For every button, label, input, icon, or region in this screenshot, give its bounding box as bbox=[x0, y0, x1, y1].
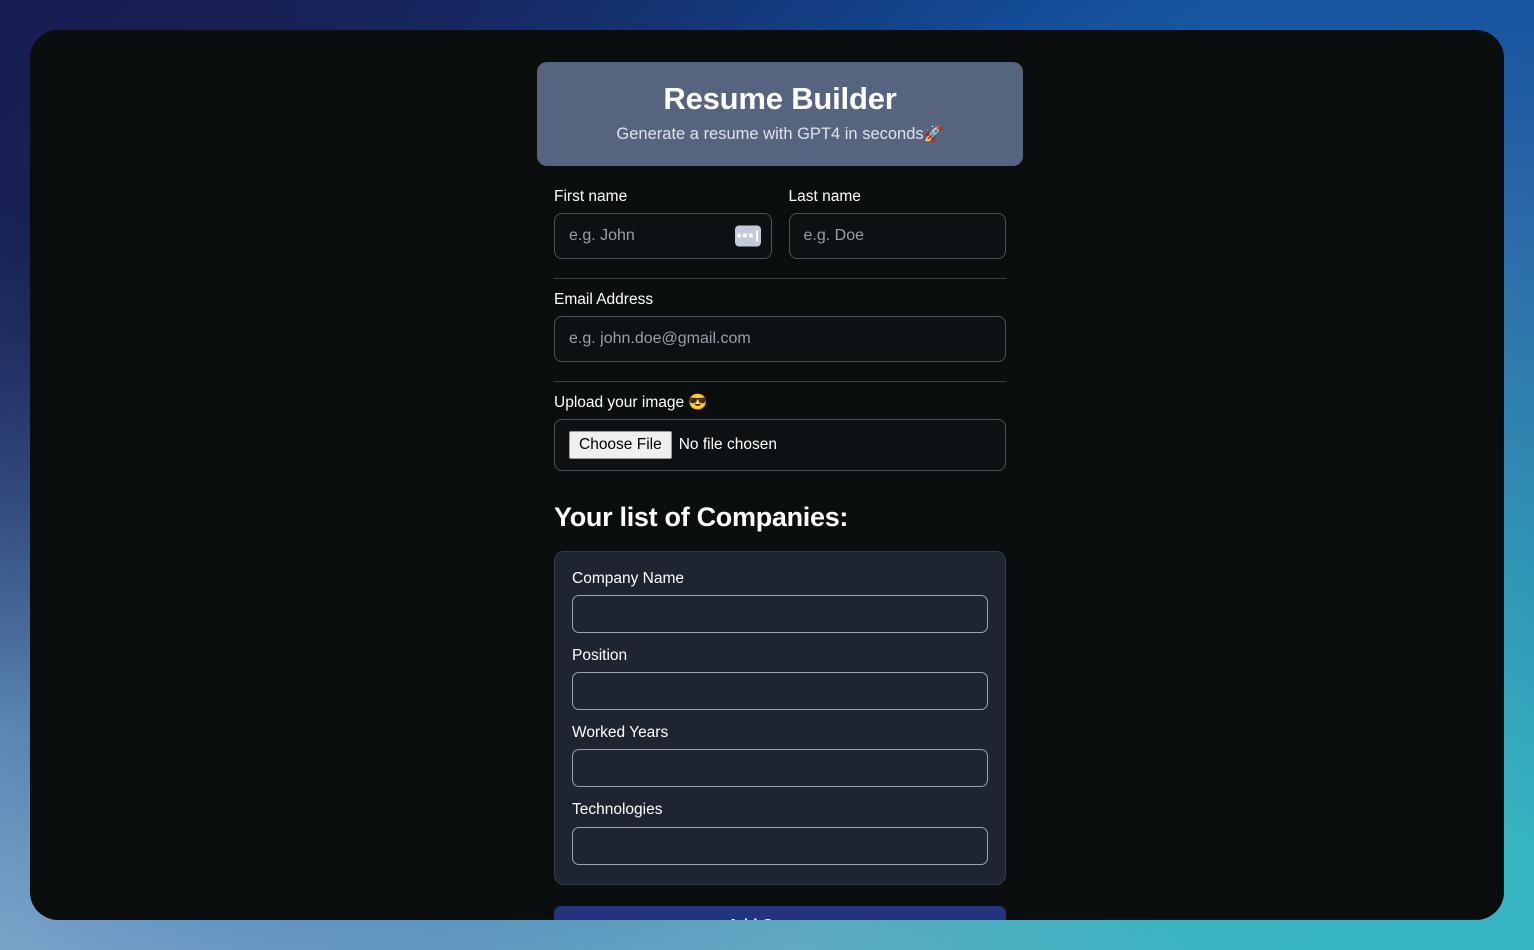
sunglasses-face-icon: 😎 bbox=[688, 393, 708, 411]
first-name-field-group: First name bbox=[554, 187, 772, 259]
form-body: First name Last name Email Address bbox=[537, 187, 1023, 920]
autofill-dots-icon[interactable] bbox=[734, 225, 761, 247]
position-label: Position bbox=[572, 647, 628, 665]
header-banner: Resume Builder Generate a resume with GP… bbox=[537, 62, 1023, 166]
last-name-field-group: Last name bbox=[788, 187, 1006, 259]
last-name-label: Last name bbox=[788, 187, 861, 205]
email-label: Email Address bbox=[554, 290, 654, 308]
page-subtitle-text: Generate a resume with GPT4 in seconds bbox=[616, 124, 924, 143]
file-input-row[interactable]: Choose File No file chosen bbox=[554, 418, 1006, 471]
position-field-group: Position bbox=[572, 646, 988, 711]
rocket-icon: 🚀 bbox=[923, 125, 944, 143]
page-title: Resume Builder bbox=[663, 81, 897, 116]
last-name-input[interactable] bbox=[788, 212, 1006, 259]
app-panel: Resume Builder Generate a resume with GP… bbox=[30, 30, 1504, 920]
first-name-label: First name bbox=[554, 187, 628, 205]
upload-section: Upload your image 😎 Choose File No file … bbox=[554, 380, 1006, 471]
resume-form: Resume Builder Generate a resume with GP… bbox=[537, 62, 1023, 920]
company-name-label: Company Name bbox=[572, 569, 684, 587]
company-name-field-group: Company Name bbox=[572, 569, 988, 634]
companies-heading: Your list of Companies: bbox=[554, 501, 849, 532]
position-input[interactable] bbox=[572, 672, 988, 711]
page-subtitle: Generate a resume with GPT4 in seconds🚀 bbox=[557, 124, 1003, 146]
upload-label-text: Upload your image bbox=[554, 393, 685, 411]
technologies-label: Technologies bbox=[572, 801, 663, 819]
file-status-text: No file chosen bbox=[678, 435, 777, 453]
company-name-input[interactable] bbox=[572, 595, 988, 634]
worked-years-input[interactable] bbox=[572, 749, 988, 788]
first-name-input-wrap bbox=[554, 212, 772, 259]
email-section: Email Address bbox=[554, 277, 1006, 362]
email-input[interactable] bbox=[554, 315, 1006, 362]
choose-file-button[interactable]: Choose File bbox=[569, 431, 672, 459]
company-card: Company Name Position Worked Years Techn… bbox=[554, 550, 1006, 885]
name-row: First name Last name bbox=[554, 187, 1006, 259]
worked-years-label: Worked Years bbox=[572, 724, 669, 742]
upload-label: Upload your image 😎 bbox=[554, 393, 1006, 413]
technologies-input[interactable] bbox=[572, 826, 988, 865]
technologies-field-group: Technologies bbox=[572, 800, 988, 865]
worked-years-field-group: Worked Years bbox=[572, 723, 988, 788]
add-company-button[interactable]: Add Company bbox=[554, 905, 1006, 920]
